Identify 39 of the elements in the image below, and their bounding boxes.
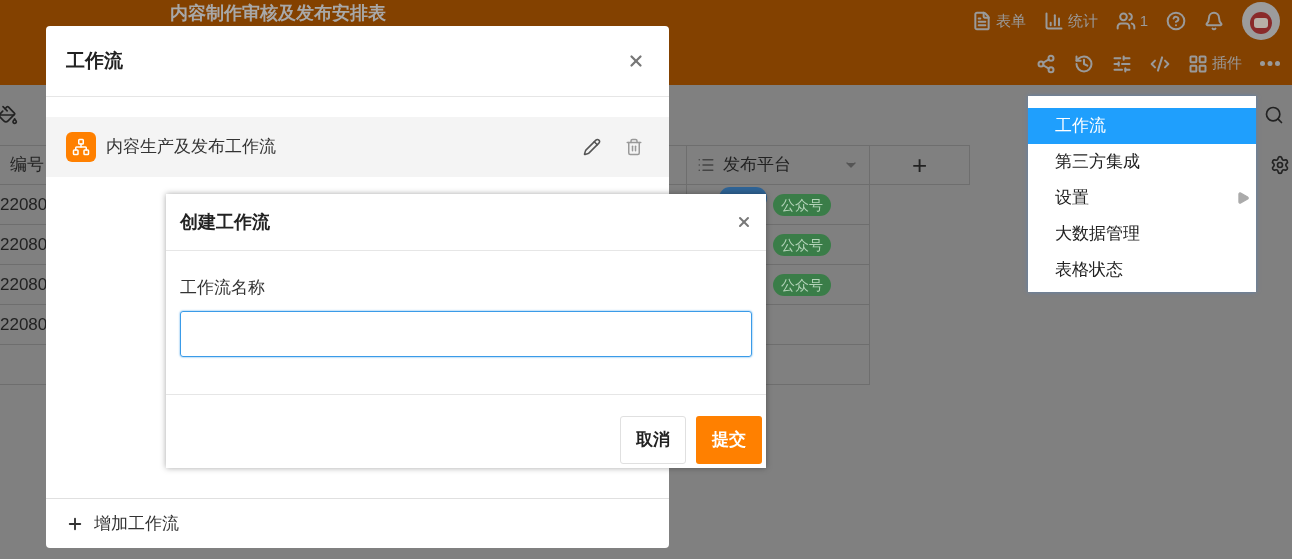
avatar[interactable]	[1242, 2, 1280, 40]
form-button[interactable]: 表单	[971, 9, 1026, 33]
workflow-item[interactable]: 内容生产及发布工作流	[46, 117, 669, 177]
workflow-icon	[66, 132, 96, 162]
cancel-button[interactable]: 取消	[620, 416, 686, 464]
add-workflow-button[interactable]: 增加工作流	[46, 498, 669, 548]
paint-bucket-icon[interactable]	[0, 105, 18, 125]
stats-button[interactable]: 统计	[1043, 9, 1098, 33]
menu-item[interactable]: 工作流	[1028, 108, 1256, 144]
grid-icon	[1188, 53, 1208, 74]
input-field[interactable]	[180, 310, 752, 357]
sheet-title: 内容制作审核及发布安排表	[170, 2, 386, 24]
edit-icon[interactable]	[583, 138, 601, 156]
delete-icon[interactable]	[625, 138, 643, 156]
bar-chart-icon	[1043, 11, 1064, 31]
menu-item[interactable]: 设置	[1028, 180, 1256, 216]
dialog-title: 工作流	[66, 48, 123, 73]
menu-item[interactable]: 表格状态	[1028, 252, 1256, 288]
menu-item[interactable]: 大数据管理	[1028, 216, 1256, 252]
tag: 公众号	[773, 273, 831, 296]
list-icon	[697, 156, 715, 174]
close-icon[interactable]	[627, 52, 645, 70]
menu-item[interactable]: 第三方集成	[1028, 144, 1256, 180]
add-column-button[interactable]: +	[870, 145, 970, 185]
users-icon	[1115, 11, 1136, 31]
workflow-name: 内容生产及发布工作流	[106, 136, 276, 159]
more-icon[interactable]	[1260, 61, 1280, 66]
submit-button[interactable]: 提交	[696, 416, 762, 464]
submenu-arrow-icon	[1236, 191, 1250, 205]
search-icon[interactable]	[1264, 105, 1284, 125]
column-header[interactable]: 发布平台	[687, 145, 870, 185]
tag: 公众号	[773, 233, 831, 256]
close-icon[interactable]	[736, 214, 752, 230]
plugins-button[interactable]: 插件	[1188, 52, 1242, 75]
users-button[interactable]: 1	[1115, 9, 1148, 33]
field-label: 工作流名称	[180, 277, 266, 299]
tag: 公众号	[773, 193, 831, 216]
form-icon	[971, 11, 992, 31]
settings-icon[interactable]	[1270, 155, 1290, 175]
